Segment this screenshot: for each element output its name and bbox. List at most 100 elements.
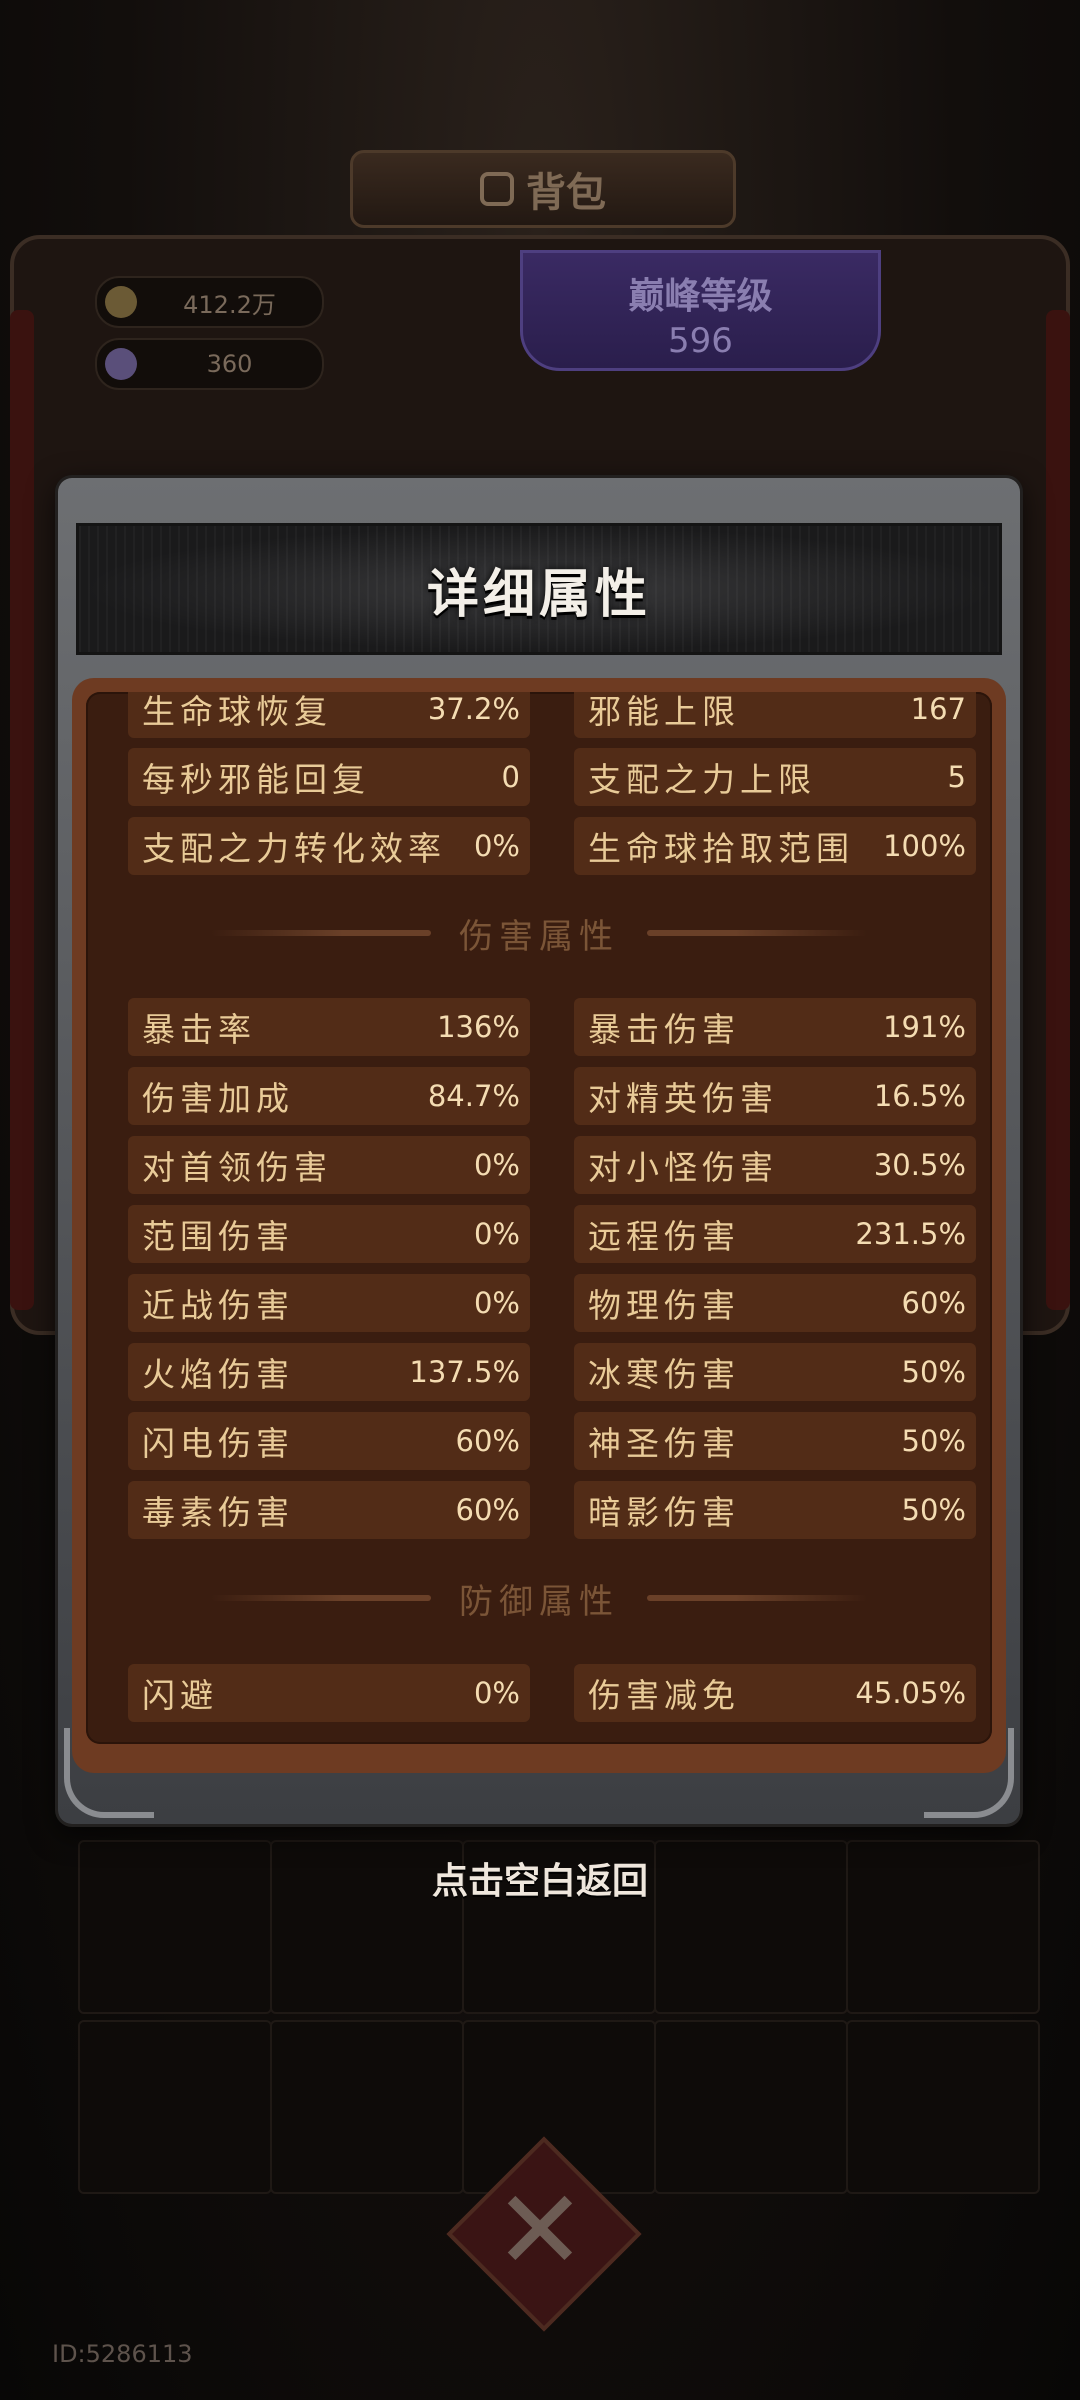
attribute-value: 37.2% [427, 692, 520, 726]
attribute-cell: 对首领伤害 0% [128, 1136, 530, 1194]
damage-section-title: 伤害属性 [459, 916, 619, 957]
left-frame-pillar [10, 310, 34, 1310]
panel-title: 详细属性 [426, 563, 651, 625]
attribute-row: 闪避 0% 伤害减免 45.05% [86, 1664, 992, 1722]
attribute-cell: 对小怪伤害 30.5% [574, 1136, 976, 1194]
attribute-label: 毒素伤害 [142, 1493, 294, 1532]
attribute-value: 0% [473, 1676, 520, 1710]
defense-section-title: 防御属性 [459, 1581, 619, 1622]
attribute-label: 邪能上限 [588, 692, 740, 731]
attribute-cell: 邪能上限 167 [574, 692, 976, 738]
attribute-cell: 伤害减免 45.05% [574, 1664, 976, 1722]
attribute-label: 暴击率 [142, 1010, 256, 1049]
attribute-label: 闪避 [142, 1676, 218, 1715]
attribute-value: 0% [473, 1217, 520, 1251]
attribute-value: 5 [947, 760, 966, 794]
attribute-cell: 对精英伤害 16.5% [574, 1067, 976, 1125]
gold-counter: 412.2万 [95, 276, 324, 328]
attribute-cell: 闪电伤害 60% [128, 1412, 530, 1470]
attribute-label: 暗影伤害 [588, 1493, 740, 1532]
attribute-label: 冰寒伤害 [588, 1355, 740, 1394]
attribute-row: 生命球恢复 37.2% 邪能上限 167 [86, 692, 992, 738]
right-frame-pillar [1046, 310, 1070, 1310]
attribute-cell: 生命球拾取范围 100% [574, 817, 976, 875]
divider-ornament [211, 1595, 431, 1601]
inventory-title: 背包 [526, 169, 606, 216]
attribute-cell: 支配之力转化效率 0% [128, 817, 530, 875]
divider-ornament [647, 1595, 867, 1601]
attribute-cell: 远程伤害 231.5% [574, 1205, 976, 1263]
divider-ornament [647, 930, 867, 936]
inventory-slot [78, 2020, 272, 2194]
inventory-slot [846, 2020, 1040, 2194]
attribute-cell: 暴击率 136% [128, 998, 530, 1056]
attribute-label: 伤害加成 [142, 1079, 294, 1118]
attribute-label: 伤害减免 [588, 1676, 740, 1715]
attribute-cell: 范围伤害 0% [128, 1205, 530, 1263]
attribute-label: 支配之力上限 [588, 760, 816, 799]
peak-level-value: 596 [668, 321, 733, 361]
attribute-label: 火焰伤害 [142, 1355, 294, 1394]
attribute-value: 100% [883, 829, 966, 863]
attribute-label: 支配之力转化效率 [142, 829, 446, 868]
attribute-cell: 生命球恢复 37.2% [128, 692, 530, 738]
attribute-label: 每秒邪能回复 [142, 760, 370, 799]
attributes-list[interactable]: 生命球恢复 37.2% 邪能上限 167 每秒邪能回复 0 支配之力上限 5 支配之力转… [86, 692, 992, 1744]
attribute-label: 范围伤害 [142, 1217, 294, 1256]
attribute-value: 50% [901, 1424, 966, 1458]
attribute-cell: 火焰伤害 137.5% [128, 1343, 530, 1401]
inventory-slot [270, 2020, 464, 2194]
attribute-row: 伤害加成 84.7% 对精英伤害 16.5% [86, 1067, 992, 1125]
gold-coin-icon [105, 286, 137, 318]
attribute-row: 每秒邪能回复 0 支配之力上限 5 [86, 748, 992, 806]
player-id: ID:5286113 [52, 2340, 193, 2368]
attribute-cell: 闪避 0% [128, 1664, 530, 1722]
attribute-value: 136% [437, 1010, 520, 1044]
attribute-row: 对首领伤害 0% 对小怪伤害 30.5% [86, 1136, 992, 1194]
gold-value: 412.2万 [183, 290, 276, 319]
attribute-label: 对首领伤害 [142, 1148, 332, 1187]
attribute-label: 物理伤害 [588, 1286, 740, 1325]
attribute-row: 闪电伤害 60% 神圣伤害 50% [86, 1412, 992, 1470]
attribute-cell: 伤害加成 84.7% [128, 1067, 530, 1125]
attribute-label: 远程伤害 [588, 1217, 740, 1256]
attribute-label: 对精英伤害 [588, 1079, 778, 1118]
attribute-value: 84.7% [427, 1079, 520, 1113]
attribute-value: 60% [455, 1493, 520, 1527]
frame-corner-ornament [64, 1728, 154, 1818]
attribute-cell: 近战伤害 0% [128, 1274, 530, 1332]
attribute-label: 暴击伤害 [588, 1010, 740, 1049]
diamond-value: 360 [206, 350, 253, 378]
attribute-value: 60% [901, 1286, 966, 1320]
attributes-content-frame: 生命球恢复 37.2% 邪能上限 167 每秒邪能回复 0 支配之力上限 5 支配之力转… [72, 678, 1006, 1773]
attribute-value: 0% [473, 829, 520, 863]
attribute-value: 60% [455, 1424, 520, 1458]
attribute-label: 对小怪伤害 [588, 1148, 778, 1187]
attribute-row: 范围伤害 0% 远程伤害 231.5% [86, 1205, 992, 1263]
defense-section-header: 防御属性 [86, 1572, 992, 1624]
inventory-title-bar: 背包 [350, 150, 736, 228]
attribute-value: 0 [501, 760, 520, 794]
attribute-value: 167 [910, 692, 966, 726]
attribute-value: 231.5% [855, 1217, 966, 1251]
peak-level-label: 巅峰等级 [628, 275, 773, 317]
attribute-value: 137.5% [409, 1355, 520, 1389]
attribute-value: 0% [473, 1286, 520, 1320]
attribute-cell: 冰寒伤害 50% [574, 1343, 976, 1401]
attribute-cell: 神圣伤害 50% [574, 1412, 976, 1470]
diamond-counter: 360 [95, 338, 324, 390]
attribute-label: 神圣伤害 [588, 1424, 740, 1463]
inventory-slot [654, 2020, 848, 2194]
damage-section-header: 伤害属性 [86, 907, 992, 959]
attribute-value: 16.5% [873, 1079, 966, 1113]
attribute-row: 火焰伤害 137.5% 冰寒伤害 50% [86, 1343, 992, 1401]
divider-ornament [211, 930, 431, 936]
tap-to-return-hint[interactable]: 点击空白返回 [0, 1852, 1080, 1904]
attribute-row: 暴击率 136% 暴击伤害 191% [86, 998, 992, 1056]
frame-corner-ornament [924, 1728, 1014, 1818]
close-icon: ✕ [493, 2166, 587, 2294]
attribute-row: 毒素伤害 60% 暗影伤害 50% [86, 1481, 992, 1539]
attribute-value: 50% [901, 1355, 966, 1389]
attribute-value: 30.5% [873, 1148, 966, 1182]
backpack-icon [480, 172, 514, 206]
